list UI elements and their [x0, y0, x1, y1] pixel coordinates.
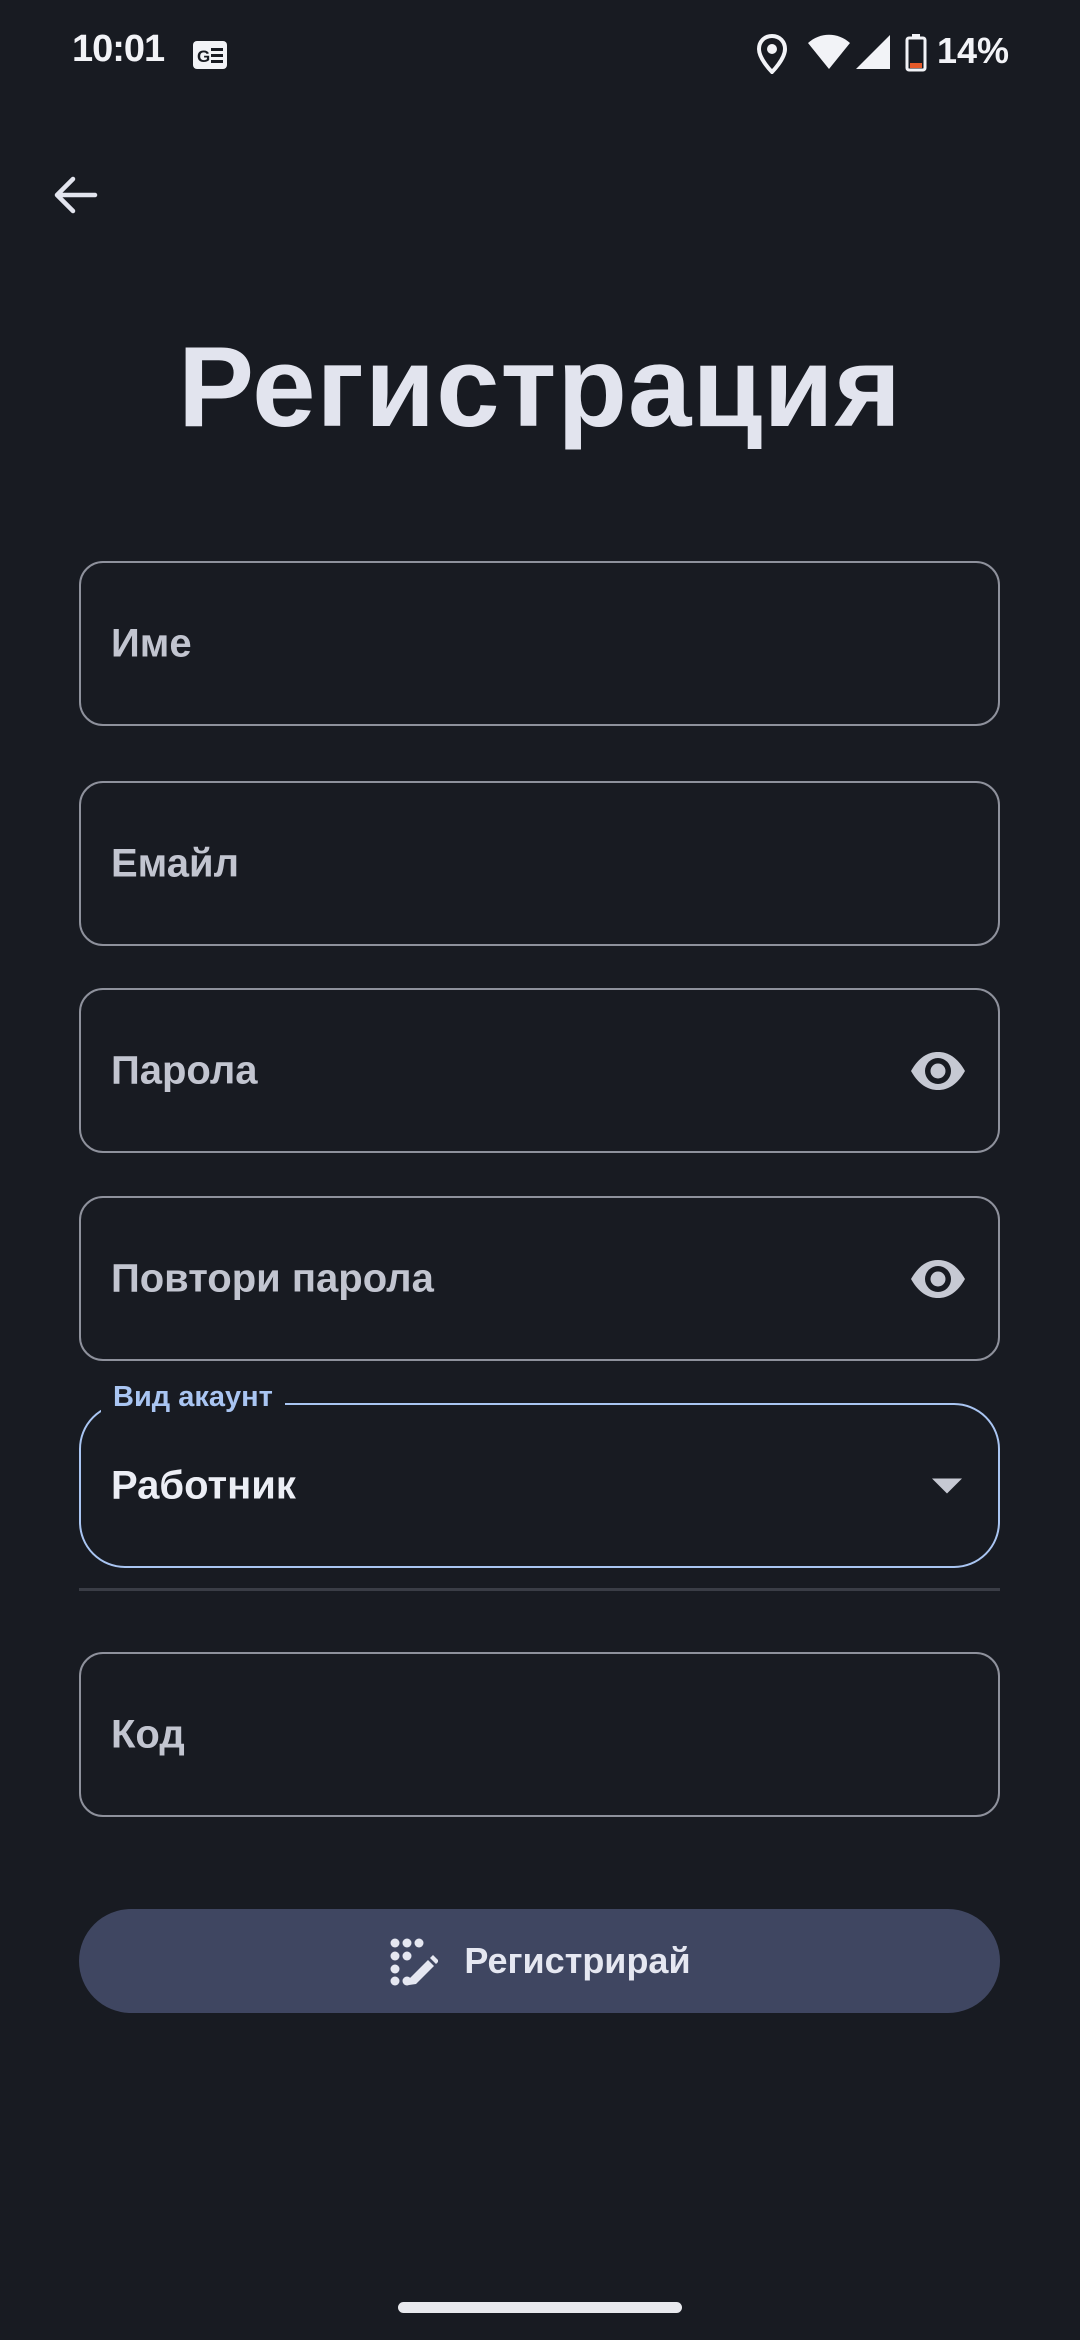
eye-icon[interactable] — [908, 1041, 968, 1101]
status-bar: 10:01 G 14% — [0, 0, 1080, 108]
status-time: 10:01 — [72, 28, 165, 70]
location-icon — [757, 34, 787, 74]
register-button-label: Регистрирай — [464, 1940, 691, 1981]
back-button[interactable] — [40, 160, 110, 230]
repeat-password-field[interactable]: Повтори парола — [79, 1196, 1000, 1361]
signal-icon — [856, 35, 890, 69]
svg-text:G: G — [197, 47, 210, 66]
home-indicator[interactable] — [398, 2302, 682, 2313]
name-placeholder: Име — [111, 621, 192, 665]
divider — [79, 1588, 1000, 1591]
email-placeholder: Емайл — [111, 841, 239, 885]
wifi-icon — [808, 34, 850, 69]
register-button[interactable]: Регистрирай — [79, 1909, 1000, 2013]
news-icon: G — [193, 41, 227, 69]
account-type-value: Работник — [111, 1463, 296, 1507]
arrow-left-icon — [54, 176, 98, 214]
magic-wand-icon — [390, 1938, 439, 1986]
eye-icon[interactable] — [908, 1249, 968, 1309]
code-field[interactable]: Код — [79, 1652, 1000, 1817]
password-placeholder: Парола — [111, 1048, 258, 1092]
repeat-password-placeholder: Повтори парола — [111, 1256, 434, 1300]
account-type-select[interactable]: Вид акаунт Работник — [79, 1381, 1000, 1568]
battery-percentage: 14% — [937, 30, 1010, 71]
page-title: Регистрация — [177, 324, 903, 451]
password-field[interactable]: Парола — [79, 988, 1000, 1153]
battery-icon — [905, 34, 927, 72]
dropdown-arrow-icon[interactable] — [932, 1478, 962, 1493]
code-placeholder: Код — [111, 1712, 185, 1756]
name-field[interactable]: Име — [79, 561, 1000, 726]
email-field[interactable]: Емайл — [79, 781, 1000, 946]
account-type-label: Вид акаунт — [101, 1381, 285, 1414]
